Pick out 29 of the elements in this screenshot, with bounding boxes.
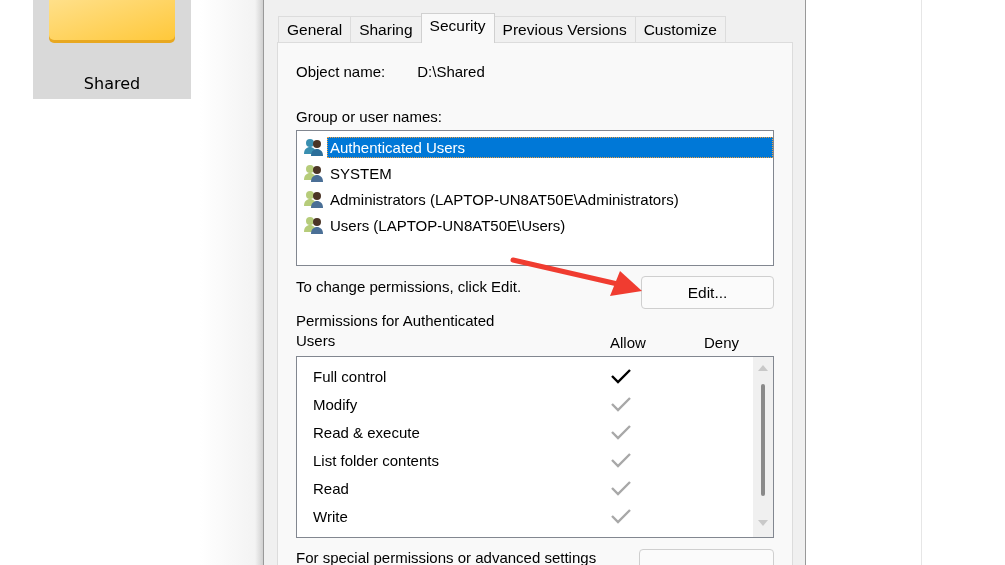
object-name-value: D:\Shared: [417, 63, 485, 82]
permissions-label: Permissions for Authenticated Users: [296, 311, 496, 351]
allow-header: Allow: [610, 334, 647, 351]
tab[interactable]: Security: [420, 13, 495, 43]
permission-name: Full control: [312, 367, 388, 385]
users-icon: [303, 189, 325, 209]
permission-name: Read: [312, 479, 350, 497]
group-item[interactable]: Authenticated Users: [327, 136, 773, 158]
group-item[interactable]: SYSTEM: [327, 162, 395, 184]
tab[interactable]: Customize: [634, 16, 726, 42]
permission-name: Modify: [312, 395, 359, 413]
permission-name: Read & execute: [312, 423, 421, 441]
folder-icon: [49, 0, 175, 44]
permission-name: List folder contents: [312, 451, 440, 469]
folder-tile[interactable]: Shared: [33, 0, 191, 99]
edit-button[interactable]: Edit...: [641, 276, 774, 309]
folder-label: Shared: [83, 74, 141, 93]
group-item[interactable]: Administrators (LAPTOP-UN8AT50E\Administrators): [327, 188, 682, 210]
group-item[interactable]: Users (LAPTOP-UN8AT50E\Users): [327, 214, 569, 236]
users-icon: [303, 215, 325, 235]
tab[interactable]: General: [278, 16, 352, 42]
scrollbar[interactable]: [753, 357, 773, 537]
permission-name: Write: [312, 507, 349, 525]
users-icon: [303, 137, 325, 157]
users-icon: [303, 163, 325, 183]
deny-header: Deny: [704, 334, 740, 351]
change-hint: To change permissions, click Edit.: [296, 278, 522, 295]
object-name-label: Object name:: [296, 63, 386, 82]
group-list-label: Group or user names:: [296, 108, 443, 125]
